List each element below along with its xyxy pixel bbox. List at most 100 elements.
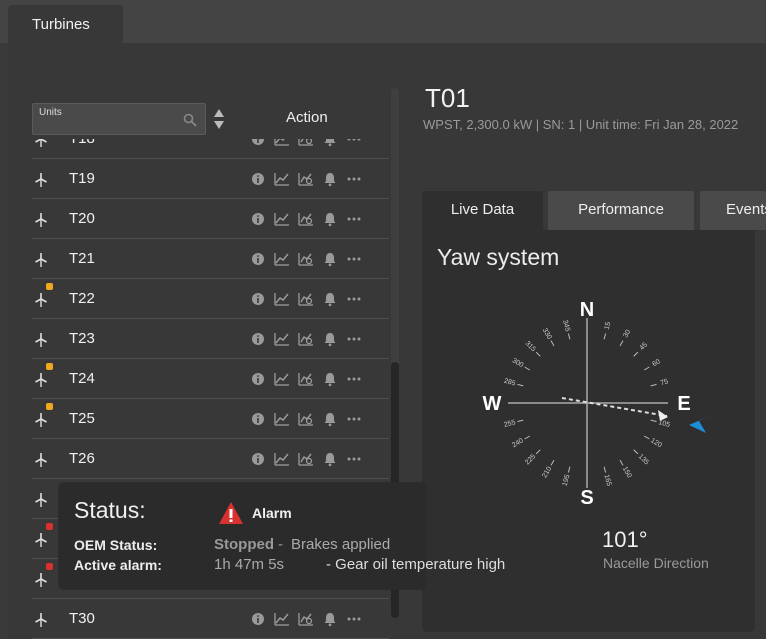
- turbine-icon: [34, 492, 48, 507]
- more-icon[interactable]: [346, 291, 362, 307]
- tab-performance[interactable]: Performance: [548, 191, 694, 230]
- info-icon[interactable]: [250, 139, 266, 147]
- info-icon[interactable]: [250, 291, 266, 307]
- more-icon[interactable]: [346, 171, 362, 187]
- units-label: Units: [39, 107, 62, 118]
- compass-degree-label: 345: [561, 319, 571, 332]
- bell-icon[interactable]: [322, 611, 338, 627]
- info-icon[interactable]: [250, 371, 266, 387]
- performance-icon[interactable]: [298, 291, 314, 307]
- turbine-row[interactable]: T19: [32, 159, 389, 199]
- turbine-row[interactable]: T26: [32, 439, 389, 479]
- more-icon[interactable]: [346, 611, 362, 627]
- more-icon[interactable]: [346, 411, 362, 427]
- info-icon[interactable]: [250, 451, 266, 467]
- trend-icon[interactable]: [274, 211, 290, 227]
- more-icon[interactable]: [346, 371, 362, 387]
- trend-icon[interactable]: [274, 611, 290, 627]
- compass-degree-label: 165: [602, 474, 612, 487]
- compass-tick: [633, 351, 639, 357]
- yaw-compass: N S W E 15 30 4560 75 105 120 135 150 165 195 210 2…: [483, 299, 710, 509]
- turbine-name[interactable]: T30: [69, 610, 95, 627]
- compass-tick: [517, 383, 524, 387]
- trend-icon[interactable]: [274, 451, 290, 467]
- bell-icon[interactable]: [322, 331, 338, 347]
- turbine-icon: [34, 572, 48, 587]
- performance-icon[interactable]: [298, 411, 314, 427]
- performance-icon[interactable]: [298, 139, 314, 147]
- info-icon[interactable]: [250, 331, 266, 347]
- tab-turbines[interactable]: Turbines: [8, 5, 123, 43]
- bell-icon[interactable]: [322, 211, 338, 227]
- turbine-row[interactable]: T24: [32, 359, 389, 399]
- turbine-row[interactable]: T18: [32, 139, 389, 159]
- more-icon[interactable]: [346, 331, 362, 347]
- compass-tick: [550, 459, 555, 466]
- compass-tick: [619, 340, 624, 347]
- turbine-icon: [34, 172, 48, 187]
- more-icon[interactable]: [346, 451, 362, 467]
- turbine-icon: [34, 332, 48, 347]
- turbine-name[interactable]: T24: [69, 370, 95, 387]
- turbine-name[interactable]: T18: [69, 139, 95, 147]
- info-icon[interactable]: [250, 411, 266, 427]
- status-warning-badge: [46, 283, 53, 290]
- turbine-name[interactable]: T26: [69, 450, 95, 467]
- turbine-name[interactable]: T22: [69, 290, 95, 307]
- tab-live-data[interactable]: Live Data: [422, 191, 543, 230]
- turbine-row[interactable]: T30: [32, 599, 389, 639]
- bell-icon[interactable]: [322, 251, 338, 267]
- sort-icon[interactable]: [213, 108, 225, 130]
- info-icon[interactable]: [250, 251, 266, 267]
- trend-icon[interactable]: [274, 291, 290, 307]
- bell-icon[interactable]: [322, 451, 338, 467]
- turbine-name[interactable]: T19: [69, 170, 95, 187]
- turbine-row[interactable]: T23: [32, 319, 389, 359]
- trend-icon[interactable]: [274, 171, 290, 187]
- trend-icon[interactable]: [274, 139, 290, 147]
- bell-icon[interactable]: [322, 139, 338, 147]
- performance-icon[interactable]: [298, 371, 314, 387]
- bell-icon[interactable]: [322, 371, 338, 387]
- performance-icon[interactable]: [298, 331, 314, 347]
- tooltip-oem-dash: -: [278, 536, 283, 553]
- turbine-row[interactable]: T25: [32, 399, 389, 439]
- performance-icon[interactable]: [298, 171, 314, 187]
- bell-icon[interactable]: [322, 171, 338, 187]
- info-icon[interactable]: [250, 171, 266, 187]
- more-icon[interactable]: [346, 139, 362, 147]
- tooltip-oem-value: Stopped: [214, 536, 274, 553]
- turbine-icon: [34, 452, 48, 467]
- trend-icon[interactable]: [274, 251, 290, 267]
- performance-icon[interactable]: [298, 451, 314, 467]
- tab-events[interactable]: Events: [700, 191, 766, 230]
- trend-icon[interactable]: [274, 331, 290, 347]
- bell-icon[interactable]: [322, 291, 338, 307]
- bell-icon[interactable]: [322, 411, 338, 427]
- turbine-name[interactable]: T23: [69, 330, 95, 347]
- trend-icon[interactable]: [274, 371, 290, 387]
- units-search-input[interactable]: Units: [32, 103, 206, 135]
- info-icon[interactable]: [250, 211, 266, 227]
- tooltip-oem-detail: Brakes applied: [291, 536, 391, 553]
- performance-icon[interactable]: [298, 251, 314, 267]
- tooltip-alarm-label: Active alarm:: [74, 557, 162, 573]
- compass-east: E: [677, 393, 690, 415]
- turbine-name[interactable]: T21: [69, 250, 95, 267]
- compass-tick: [550, 340, 555, 347]
- turbine-row[interactable]: T20: [32, 199, 389, 239]
- info-icon[interactable]: [250, 611, 266, 627]
- performance-icon[interactable]: [298, 211, 314, 227]
- compass-degree-label: 315: [524, 340, 537, 353]
- trend-icon[interactable]: [274, 411, 290, 427]
- compass-tick: [567, 333, 571, 340]
- turbine-name[interactable]: T20: [69, 210, 95, 227]
- status-alarm-badge: [46, 563, 53, 570]
- turbine-name[interactable]: T25: [69, 410, 95, 427]
- turbine-row[interactable]: T22: [32, 279, 389, 319]
- turbine-row[interactable]: T21: [32, 239, 389, 279]
- more-icon[interactable]: [346, 211, 362, 227]
- performance-icon[interactable]: [298, 611, 314, 627]
- more-icon[interactable]: [346, 251, 362, 267]
- app-root: Turbines Units Action T18 T19 T20 T21 T22 T23…: [0, 0, 766, 639]
